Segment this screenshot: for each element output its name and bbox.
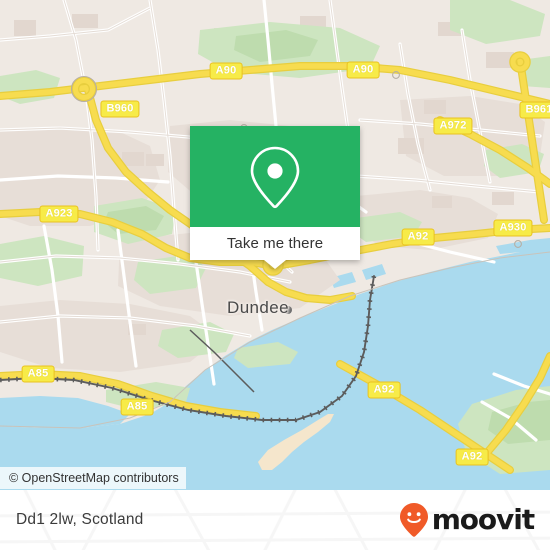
road-shield-a930: A930 [493,219,533,237]
road-shield-a923: A923 [39,205,79,223]
map-pin-icon [250,146,300,208]
footer-bar: Dd1 2lw, Scotland moovit [0,490,550,550]
road-shield-a92-south: A92 [455,448,489,466]
road-shield-b960: B960 [100,100,140,118]
moovit-wordmark: moovit [431,503,535,536]
address-label: Dd1 2lw, Scotland [16,511,144,528]
road-shield-a92-east: A92 [401,228,435,246]
callout-action-label[interactable]: Take me there [190,227,360,260]
osm-attribution[interactable]: © OpenStreetMap contributors [0,467,186,489]
take-me-there-callout[interactable]: Take me there [190,126,360,269]
callout-pin-panel [190,126,360,227]
road-shield-a972: A972 [433,117,473,135]
road-shield-a90-east: A90 [346,61,380,79]
map-canvas[interactable]: A90 A90 B960 A972 B961 A923 A92 A930 A85… [0,0,550,490]
moovit-location-card: A90 A90 B960 A972 B961 A923 A92 A930 A85… [0,0,550,550]
road-shield-a92-bridge: A92 [367,381,401,399]
callout-tail [264,260,286,269]
moovit-smiley-pin-icon [399,503,428,537]
road-shield-a85-south: A85 [120,398,154,416]
city-label-dundee: Dundee [227,298,289,317]
road-shield-b961: B961 [519,101,550,119]
road-shield-a85-west: A85 [21,365,55,383]
moovit-logo[interactable]: moovit [399,502,535,538]
road-shield-a90-west: A90 [209,62,243,80]
